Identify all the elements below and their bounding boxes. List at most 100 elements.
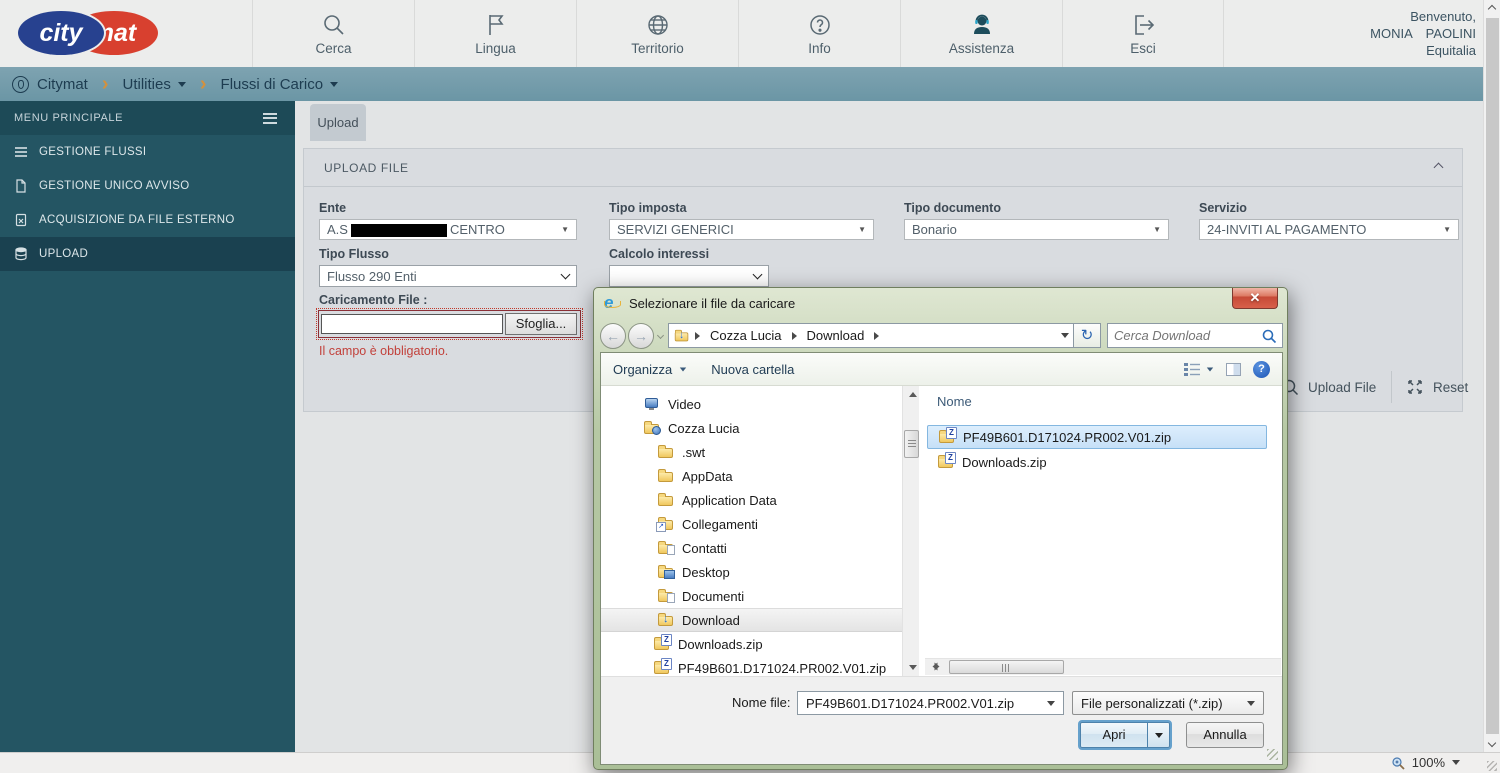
address-crumb-cozza-lucia[interactable]: Cozza Lucia bbox=[704, 324, 788, 347]
file-list-hscrollbar[interactable] bbox=[925, 658, 1281, 675]
preview-pane-icon[interactable] bbox=[1226, 363, 1241, 376]
breadcrumb-flussi-di-carico[interactable]: Flussi di Carico bbox=[221, 76, 339, 93]
sidebar-item-gestione-flussi[interactable]: GESTIONE FLUSSI bbox=[0, 135, 295, 169]
dialog-resize-grip[interactable] bbox=[1267, 749, 1278, 760]
filetype-select[interactable]: File personalizzati (*.zip) bbox=[1072, 691, 1264, 715]
chevron-down-icon bbox=[330, 82, 338, 87]
nav-info[interactable]: Info bbox=[738, 0, 900, 67]
tab-upload[interactable]: Upload bbox=[310, 104, 366, 141]
scroll-down-icon[interactable] bbox=[909, 665, 917, 670]
hscrollbar-thumb[interactable] bbox=[949, 660, 1064, 674]
organizza-button[interactable]: Organizza bbox=[601, 353, 699, 385]
ente-select[interactable]: A.SCENTRO ▼ bbox=[319, 219, 577, 240]
address-history-icon[interactable] bbox=[1061, 333, 1069, 338]
nav-assistenza[interactable]: Assistenza bbox=[900, 0, 1062, 67]
forward-button[interactable]: → bbox=[628, 323, 654, 349]
nav-cerca[interactable]: Cerca bbox=[252, 0, 414, 67]
cancel-button[interactable]: Annulla bbox=[1186, 722, 1264, 748]
open-button[interactable]: Apri bbox=[1080, 722, 1148, 748]
recent-pages-icon[interactable] bbox=[657, 332, 664, 339]
address-crumb-download[interactable]: Download bbox=[801, 324, 871, 347]
breadcrumb-home[interactable]: Citymat bbox=[37, 76, 88, 93]
column-header-nome[interactable]: Nome bbox=[937, 394, 972, 409]
nav-territorio[interactable]: Territorio bbox=[576, 0, 738, 67]
tree-item-documenti[interactable]: Documenti bbox=[601, 584, 902, 608]
open-dropdown-arrow[interactable] bbox=[1148, 722, 1170, 748]
tree-item-application-data[interactable]: Application Data bbox=[601, 488, 902, 512]
folder-tree: Video Cozza Lucia .swt AppData Applicati… bbox=[601, 386, 902, 676]
tree-item-contatti[interactable]: Contatti bbox=[601, 536, 902, 560]
filename-combo[interactable]: PF49B601.D171024.PR002.V01.zip bbox=[797, 691, 1064, 715]
scrollbar-thumb[interactable] bbox=[1486, 18, 1499, 734]
zip-file-icon bbox=[938, 429, 956, 445]
shortcut-folder-icon bbox=[657, 516, 675, 532]
tree-item-downloads-zip[interactable]: Downloads.zip bbox=[601, 632, 902, 656]
sidebar-header: MENU PRINCIPALE bbox=[0, 101, 295, 135]
tree-item-desktop[interactable]: Desktop bbox=[601, 560, 902, 584]
file-row-downloads-zip[interactable]: Downloads.zip bbox=[927, 450, 1267, 474]
nav-label: Territorio bbox=[631, 41, 684, 56]
scroll-down-icon[interactable] bbox=[1488, 739, 1496, 747]
tipo-documento-select[interactable]: Bonario ▼ bbox=[904, 219, 1169, 240]
page-scrollbar[interactable] bbox=[1483, 0, 1500, 752]
validation-error: Il campo è obbligatorio. bbox=[319, 344, 448, 358]
scroll-up-icon[interactable] bbox=[909, 392, 917, 397]
tree-scrollbar[interactable] bbox=[902, 386, 919, 676]
collapse-icon[interactable] bbox=[1434, 163, 1444, 173]
search-input[interactable] bbox=[1108, 328, 1261, 343]
app-header: mat city Cerca Lingua Territorio Info bbox=[0, 0, 1500, 67]
browse-button[interactable]: Sfoglia... bbox=[505, 313, 577, 335]
file-path-input[interactable] bbox=[321, 314, 503, 334]
tree-item-video[interactable]: Video bbox=[601, 392, 902, 416]
sidebar-title: MENU PRINCIPALE bbox=[14, 112, 123, 124]
file-open-dialog: e Selezionare il file da caricare ✕ ← → … bbox=[593, 287, 1288, 770]
document-icon bbox=[14, 179, 28, 193]
crumb-separator-icon bbox=[874, 332, 879, 340]
header-nav: Cerca Lingua Territorio Info Assistenza … bbox=[252, 0, 1224, 67]
tree-scrollbar-thumb[interactable] bbox=[904, 430, 919, 458]
calcolo-interessi-select[interactable] bbox=[609, 265, 769, 287]
file-row-pf49b601[interactable]: PF49B601.D171024.PR002.V01.zip bbox=[927, 425, 1267, 449]
zip-file-icon bbox=[653, 660, 671, 676]
nav-esci[interactable]: Esci bbox=[1062, 0, 1224, 67]
menu-toggle-icon[interactable] bbox=[263, 113, 277, 124]
sidebar-item-acquisizione-da-file-esterno[interactable]: ACQUISIZIONE DA FILE ESTERNO bbox=[0, 203, 295, 237]
breadcrumb-utilities[interactable]: Utilities bbox=[123, 76, 186, 93]
tipo-flusso-select[interactable]: Flusso 290 Enti bbox=[319, 265, 577, 287]
sidebar-item-upload[interactable]: UPLOAD bbox=[0, 237, 295, 271]
folder-icon bbox=[674, 328, 690, 342]
tree-item-appdata[interactable]: AppData bbox=[601, 464, 902, 488]
tree-item-collegamenti[interactable]: Collegamenti bbox=[601, 512, 902, 536]
dialog-toolbar: Organizza Nuova cartella ? bbox=[601, 353, 1282, 386]
upload-file-button[interactable]: Upload File bbox=[1281, 378, 1376, 396]
servizio-select[interactable]: 24-INVITI AL PAGAMENTO ▼ bbox=[1199, 219, 1459, 240]
back-button[interactable]: ← bbox=[600, 323, 626, 349]
sidebar-item-label: ACQUISIZIONE DA FILE ESTERNO bbox=[39, 214, 235, 226]
file-upload-control: Sfoglia... bbox=[318, 310, 581, 338]
tree-item-pf49b601-zip[interactable]: PF49B601.D171024.PR002.V01.zip bbox=[601, 656, 902, 676]
nuova-cartella-button[interactable]: Nuova cartella bbox=[699, 353, 806, 385]
refresh-button[interactable]: ↻ bbox=[1074, 323, 1101, 348]
select-chevron-icon bbox=[561, 270, 571, 280]
nav-label: Assistenza bbox=[949, 41, 1014, 56]
zoom-dropdown-icon bbox=[1452, 760, 1460, 765]
help-icon[interactable]: ? bbox=[1253, 361, 1270, 378]
tree-item-cozza-lucia[interactable]: Cozza Lucia bbox=[601, 416, 902, 440]
nav-lingua[interactable]: Lingua bbox=[414, 0, 576, 67]
tipo-imposta-select[interactable]: SERVIZI GENERICI ▼ bbox=[609, 219, 874, 240]
zoom-control[interactable]: 100% bbox=[1391, 755, 1460, 770]
folder-icon bbox=[657, 468, 675, 484]
dialog-close-button[interactable]: ✕ bbox=[1232, 288, 1278, 309]
combo-dropdown-icon bbox=[1247, 701, 1255, 706]
combo-dropdown-icon bbox=[1047, 701, 1055, 706]
address-bar[interactable]: Cozza Lucia Download bbox=[668, 323, 1074, 348]
sidebar-item-gestione-unico-avviso[interactable]: GESTIONE UNICO AVVISO bbox=[0, 169, 295, 203]
scroll-right-icon[interactable] bbox=[932, 663, 937, 671]
search-box[interactable] bbox=[1107, 323, 1283, 348]
reset-button[interactable]: Reset bbox=[1406, 378, 1468, 396]
tipo-flusso-label: Tipo Flusso bbox=[319, 247, 389, 261]
views-button[interactable] bbox=[1184, 363, 1214, 376]
scroll-up-icon[interactable] bbox=[1488, 5, 1496, 13]
tree-item-download[interactable]: Download bbox=[601, 608, 902, 632]
tree-item-swt[interactable]: .swt bbox=[601, 440, 902, 464]
